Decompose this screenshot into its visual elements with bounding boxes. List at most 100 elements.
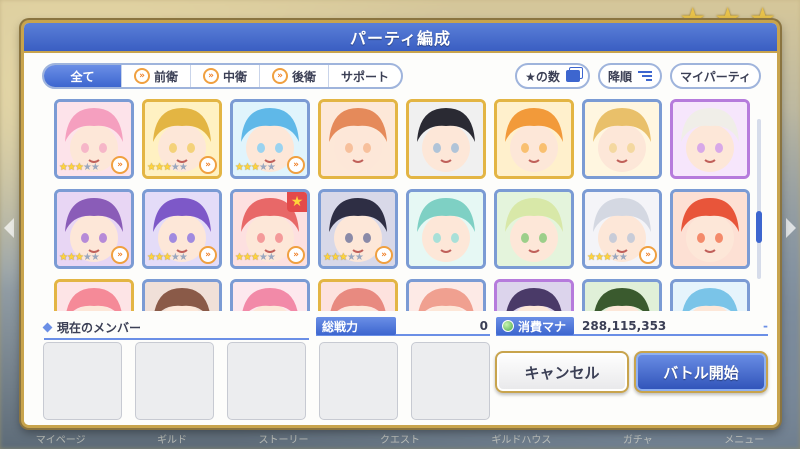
- position-icon: »: [287, 246, 305, 264]
- member-slot[interactable]: [135, 342, 214, 420]
- character-portrait: [409, 192, 483, 266]
- position-icon: »: [199, 246, 217, 264]
- star-rating: ★★★★★: [147, 162, 188, 173]
- character-card[interactable]: [670, 189, 750, 269]
- tab-4[interactable]: サポート: [329, 65, 401, 87]
- dialog-title: パーティ編成: [24, 23, 777, 53]
- tab-3[interactable]: » 後衛: [260, 65, 330, 87]
- character-card[interactable]: [54, 279, 134, 311]
- character-list-scrollbar[interactable]: [756, 119, 762, 279]
- position-icon: »: [199, 156, 217, 174]
- diamond-icon: [42, 322, 53, 333]
- character-card[interactable]: [142, 279, 222, 311]
- tab-2[interactable]: » 中衛: [191, 65, 261, 87]
- member-slot[interactable]: [319, 342, 398, 420]
- character-portrait: [57, 282, 131, 311]
- footer-menu-item: マイページ: [35, 434, 86, 446]
- character-card[interactable]: ★★★★★ »: [54, 189, 134, 269]
- members-title: 現在のメンバー: [57, 321, 142, 335]
- position-icon: »: [203, 68, 220, 84]
- character-portrait: [673, 192, 747, 266]
- character-portrait: [497, 102, 571, 176]
- character-card[interactable]: [406, 189, 486, 269]
- star-rating: ★★★★★: [323, 252, 364, 263]
- member-slot[interactable]: [411, 342, 490, 420]
- star-rating: ★★★★★: [147, 252, 188, 263]
- party-formation-dialog: パーティ編成 全て» 前衛» 中衛» 後衛 サポート ★の数 降順 マイパーティ ★★★…: [21, 20, 780, 428]
- character-card[interactable]: [494, 99, 574, 179]
- character-card[interactable]: ★★★★★ »: [230, 99, 310, 179]
- character-card[interactable]: ★★★★★ »: [318, 189, 398, 269]
- members-header: 現在のメンバー: [42, 319, 309, 340]
- sort-order-label: 降順: [607, 69, 632, 84]
- position-filter-tabs: 全て» 前衛» 中衛» 後衛 サポート: [42, 63, 404, 89]
- character-card[interactable]: [230, 279, 310, 311]
- character-portrait: [233, 282, 307, 311]
- favorite-star-icon: ★: [287, 192, 307, 212]
- character-card[interactable]: ★★★★★ »: [582, 189, 662, 269]
- footer-menu-item: クエスト: [379, 434, 420, 446]
- character-card[interactable]: [670, 279, 750, 311]
- position-icon: »: [111, 156, 129, 174]
- sort-stars-button[interactable]: ★の数: [515, 63, 590, 89]
- character-portrait: [321, 282, 395, 311]
- character-portrait: [145, 282, 219, 311]
- character-card[interactable]: [494, 189, 574, 269]
- member-slot[interactable]: [43, 342, 122, 420]
- star-rating: ★★★★★: [235, 162, 276, 173]
- character-portrait: [585, 282, 659, 311]
- cancel-button[interactable]: キャンセル: [495, 351, 629, 393]
- character-card[interactable]: [318, 279, 398, 311]
- character-card[interactable]: [670, 99, 750, 179]
- character-portrait: [585, 102, 659, 176]
- star-rating: ★★★★★: [59, 252, 100, 263]
- footer-menu-item: ストーリー: [258, 434, 309, 446]
- footer-menu-item: ガチャ: [622, 434, 653, 446]
- character-card[interactable]: [318, 99, 398, 179]
- character-card[interactable]: ★★★★★ »: [142, 189, 222, 269]
- mana-cost-value: 288,115,353: [582, 319, 667, 333]
- tab-label: 前衛: [154, 69, 179, 84]
- arrow-right-icon: [786, 218, 796, 238]
- character-card[interactable]: ★★★★★ »: [142, 99, 222, 179]
- footer-menu-item: ギルドハウス: [491, 434, 552, 446]
- character-card[interactable]: [406, 99, 486, 179]
- mana-cost-label: 消費マナ: [518, 319, 567, 334]
- character-card[interactable]: [582, 279, 662, 311]
- character-card[interactable]: ★★★★★ »: [54, 99, 134, 179]
- background-footer-menu: マイページ ギルド ストーリー クエスト ギルドハウス ガチャ メニュー: [0, 427, 800, 449]
- tab-0[interactable]: 全て: [44, 65, 122, 87]
- character-card[interactable]: [494, 279, 574, 311]
- total-power-label: 総戦力: [316, 317, 396, 335]
- member-slots: [43, 342, 490, 420]
- character-list: ★★★★★» ★★★★★» ★★★★★» ★★★★★» ★★★★★» ★★★★★» ★ ★★★…: [54, 99, 754, 311]
- character-card[interactable]: [582, 99, 662, 179]
- my-party-button[interactable]: マイパーティ: [669, 63, 761, 89]
- battle-start-button[interactable]: バトル開始: [634, 351, 768, 393]
- character-portrait: [497, 192, 571, 266]
- total-power-value: 0: [479, 319, 488, 333]
- character-portrait: [409, 102, 483, 176]
- star-rating: ★★★★★: [59, 162, 100, 173]
- sort-order-button[interactable]: 降順: [597, 63, 662, 89]
- tab-1[interactable]: » 前衛: [122, 65, 192, 87]
- star-rating: ★★★★★: [587, 252, 628, 263]
- tab-label: 後衛: [292, 69, 317, 84]
- member-slot[interactable]: [227, 342, 306, 420]
- character-card[interactable]: ★★★★★ » ★: [230, 189, 310, 269]
- sort-descending-icon: [637, 71, 652, 81]
- scrollbar-thumb[interactable]: [756, 211, 762, 243]
- position-icon: »: [134, 68, 150, 84]
- tab-label: 全て: [70, 69, 95, 84]
- party-panel: 現在のメンバー 総戦力 0 消費マナ 288,115,353 - キャンセル バ…: [24, 315, 777, 425]
- character-portrait: [321, 102, 395, 176]
- tab-label: 中衛: [223, 69, 248, 84]
- position-icon: »: [639, 246, 657, 264]
- character-portrait: [673, 282, 747, 311]
- character-card[interactable]: [406, 279, 486, 311]
- filter-row: 全て» 前衛» 中衛» 後衛 サポート ★の数 降順 マイパーティ: [42, 63, 761, 89]
- sort-controls: ★の数 降順 マイパーティ: [515, 63, 761, 89]
- mana-gem-icon: [502, 320, 514, 332]
- tab-label: サポート: [341, 69, 390, 84]
- total-power: 総戦力 0: [316, 317, 490, 336]
